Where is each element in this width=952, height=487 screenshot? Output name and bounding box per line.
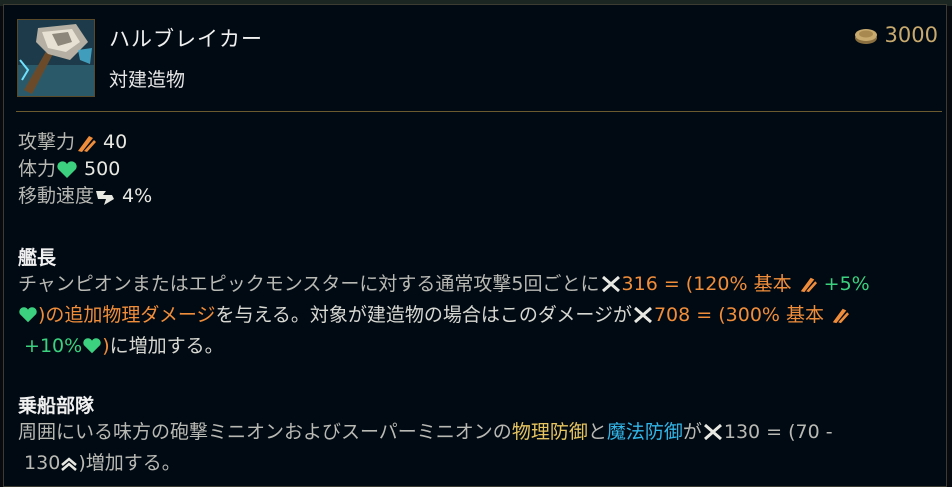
adaptive-crossed-swords-icon: [703, 423, 722, 441]
stat-value: 40: [103, 131, 128, 153]
health-icon: [83, 338, 101, 354]
stat-label: 移動速度: [18, 185, 95, 207]
passive-title-boarding-party: 乗船部隊: [18, 395, 95, 417]
attack-damage-icon: [78, 135, 97, 152]
item-name: ハルブレイカー: [109, 27, 263, 51]
passive2-line-2: 130)増加する。: [24, 452, 181, 474]
stats-list: 攻撃力 40 体力 500 移動速度 4%: [18, 129, 152, 210]
level-chevron-icon: [61, 457, 78, 471]
passive1-line-3: +10%)に増加する。: [24, 335, 224, 357]
item-category-tag: 対建造物: [109, 69, 186, 91]
gold-coin-icon: [854, 29, 877, 44]
passive-description-boarding-party: 周囲にいる味方の砲撃ミニオンおよびスーパーミニオンの物理防御と魔法防御が 130 …: [18, 417, 938, 479]
health-icon: [19, 307, 37, 323]
stat-movement-speed: 移動速度 4%: [18, 183, 152, 210]
stat-label: 攻撃力: [18, 131, 76, 153]
passive2-line-1: 周囲にいる味方の砲撃ミニオンおよびスーパーミニオンの物理防御と魔法防御が 130 …: [18, 421, 833, 443]
stat-health: 体力 500: [18, 156, 152, 183]
hullbreaker-item-icon: [17, 19, 95, 97]
item-tooltip: ハルブレイカー 対建造物 3000 攻撃力 40 体力 500 移動速度 4% …: [3, 4, 947, 487]
item-cost-value: 3000: [884, 23, 938, 47]
passive1-line-1: チャンピオンまたはエピックモンスターに対する通常攻撃5回ごとに 316 = (12…: [18, 273, 870, 295]
stat-value: 4%: [122, 185, 153, 207]
adaptive-crossed-swords-icon: [633, 306, 652, 324]
movement-speed-icon: [96, 190, 115, 205]
passive-title-captain: 艦長: [18, 247, 57, 269]
stat-attack-damage: 攻撃力 40: [18, 129, 152, 156]
header-divider: [16, 111, 942, 112]
item-cost: 3000: [853, 23, 938, 47]
adaptive-crossed-swords-icon: [601, 275, 620, 293]
stat-value: 500: [84, 158, 121, 180]
passive-description-captain: チャンピオンまたはエピックモンスターに対する通常攻撃5回ごとに 316 = (12…: [18, 269, 938, 362]
health-icon: [57, 160, 77, 178]
attack-damage-icon: [832, 308, 850, 324]
attack-damage-icon: [800, 277, 817, 293]
stat-label: 体力: [18, 158, 57, 180]
passive1-line-2: )の追加物理ダメージを与える。対象が建造物の場合はこのダメージが 708 = (3…: [18, 300, 938, 331]
